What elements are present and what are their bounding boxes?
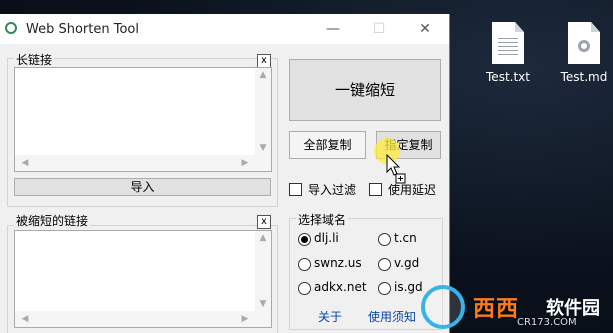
watermark-site: CR173.COM [517,317,577,328]
desktop-icon-test-txt[interactable]: Test.txt [478,22,538,84]
minimize-button[interactable]: — [310,16,356,42]
radio-label: adkx.net [314,280,367,294]
import-button[interactable]: 导入 [14,178,271,196]
instructions-link[interactable]: 使用须知 [368,308,416,325]
window-title: Web Shorten Tool [26,22,139,37]
scroll-down-icon[interactable]: ▼ [255,299,271,309]
radio-t-cn[interactable] [378,233,391,246]
long-link-textarea[interactable]: ▲ ▼ ◀ ▶ [14,67,272,172]
shortened-link-label: 被缩短的链接 [14,212,91,229]
radio-is-gd[interactable] [378,282,391,295]
scroll-up-icon[interactable]: ▲ [255,70,271,80]
radio-label: t.cn [394,231,417,245]
site-watermark: 西西 软件园 CR173.COM [421,283,613,333]
radio-label: dlj.li [314,231,339,245]
radio-dlj-li[interactable] [298,233,311,246]
radio-label: swnz.us [314,256,362,270]
copy-all-button[interactable]: 全部复制 [289,131,366,159]
use-delay-checkbox[interactable] [369,183,382,196]
domain-group-title: 选择域名 [296,211,349,228]
desktop-icon-label: Test.txt [486,70,530,84]
import-filter-label: 导入过滤 [308,183,357,197]
maximize-button[interactable]: ☐ [356,16,402,42]
domain-group [289,218,443,330]
long-link-label: 长链接 [14,51,55,68]
radio-adkx-net[interactable] [298,282,311,295]
vertical-scrollbar[interactable]: ▲ ▼ [255,68,271,171]
radio-swnz-us[interactable] [298,258,311,271]
clear-shortened-link-button[interactable]: x [257,215,271,229]
shortened-link-textarea[interactable]: ▲ ▼ ◀ ▶ [14,230,272,328]
settings-file-icon [568,22,600,64]
link-app-icon [5,22,17,34]
watermark-logo-icon [421,285,465,329]
close-button[interactable]: ✕ [402,16,448,42]
scroll-down-icon[interactable]: ▼ [255,143,271,153]
desktop-icon-label: Test.md [560,70,608,84]
scroll-up-icon[interactable]: ▲ [255,233,271,243]
mouse-cursor-icon [386,154,406,184]
horizontal-scrollbar[interactable]: ◀ ▶ [15,155,255,171]
vertical-scrollbar[interactable]: ▲ ▼ [255,231,271,327]
desktop-icon-test-md[interactable]: Test.md [554,22,613,84]
scroll-right-icon[interactable]: ▶ [237,158,253,168]
radio-label: v.gd [394,256,420,270]
scroll-left-icon[interactable]: ◀ [17,314,33,324]
scroll-left-icon[interactable]: ◀ [17,158,33,168]
about-link[interactable]: 关于 [318,308,342,325]
radio-v-gd[interactable] [378,258,391,271]
clear-long-link-button[interactable]: x [257,54,271,68]
app-window: Web Shorten Tool — ☐ ✕ 长链接 x ▲ ▼ ◀ ▶ 导入 … [0,14,450,333]
scroll-right-icon[interactable]: ▶ [237,314,253,324]
radio-label: is.gd [394,280,423,294]
title-bar[interactable]: Web Shorten Tool — ☐ ✕ [0,14,449,44]
shorten-button[interactable]: 一键缩短 [289,59,441,121]
text-file-icon [492,22,524,64]
watermark-brand: 西西 [473,297,520,322]
horizontal-scrollbar[interactable]: ◀ ▶ [15,311,255,327]
import-filter-checkbox[interactable] [289,183,302,196]
